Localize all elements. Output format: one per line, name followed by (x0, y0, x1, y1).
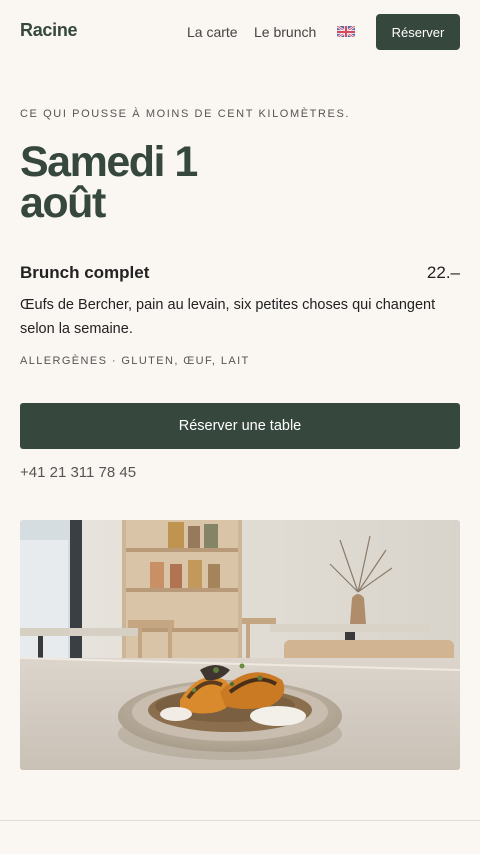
phone-link[interactable]: +41 21 311 78 45 (20, 464, 136, 481)
dish-description: Œufs de Bercher, pain au levain, six pet… (20, 297, 436, 337)
dish-price: 22.– (426, 263, 460, 282)
nav-link-la-carte[interactable]: La carte (187, 24, 238, 40)
date-line-2: août (20, 179, 106, 227)
reserve-button[interactable]: Réserver (376, 14, 460, 50)
site-header: Racine La carte Le brunch Réserver (0, 0, 480, 64)
nav-link-le-brunch[interactable]: Le brunch (254, 24, 316, 40)
brunch-dish-photo (20, 520, 460, 770)
allergens-info: ALLERGÈNES · GLUTEN, ŒUF, LAIT (20, 355, 250, 367)
tagline: CE QUI POUSSE À MOINS DE CENT KILOMÈTRES… (20, 108, 351, 120)
dish-name: Brunch complet (20, 263, 150, 282)
english-flag-icon[interactable] (337, 25, 355, 37)
reserve-table-button[interactable]: Réserver une table (20, 403, 460, 449)
brand-logo[interactable]: Racine (20, 20, 78, 41)
page-title: Samedi 1 août (20, 141, 320, 227)
footer-divider (0, 820, 480, 821)
